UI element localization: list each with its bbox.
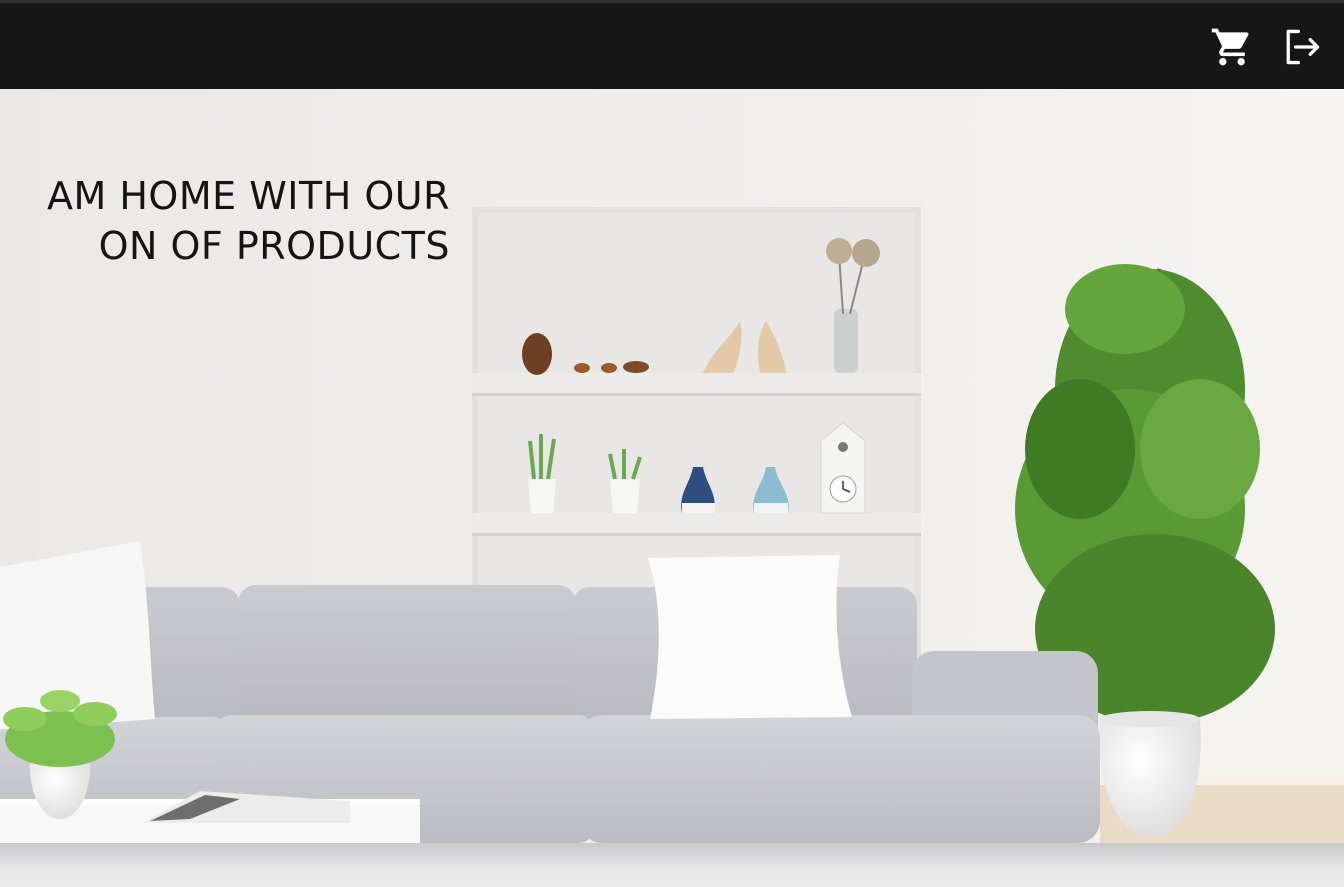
hero-headline-line-2: ON OF PRODUCTS (98, 224, 450, 268)
cart-icon[interactable] (1210, 25, 1254, 69)
top-navbar (0, 3, 1344, 89)
section-divider-shadow (0, 843, 1344, 887)
hero-headline-line-1: AM HOME WITH OUR (47, 174, 450, 218)
logout-icon[interactable] (1280, 25, 1324, 69)
hero-headline: AM HOME WITH OUR ON OF PRODUCTS (0, 171, 450, 271)
hero-banner: AM HOME WITH OUR ON OF PRODUCTS (0, 89, 1344, 843)
